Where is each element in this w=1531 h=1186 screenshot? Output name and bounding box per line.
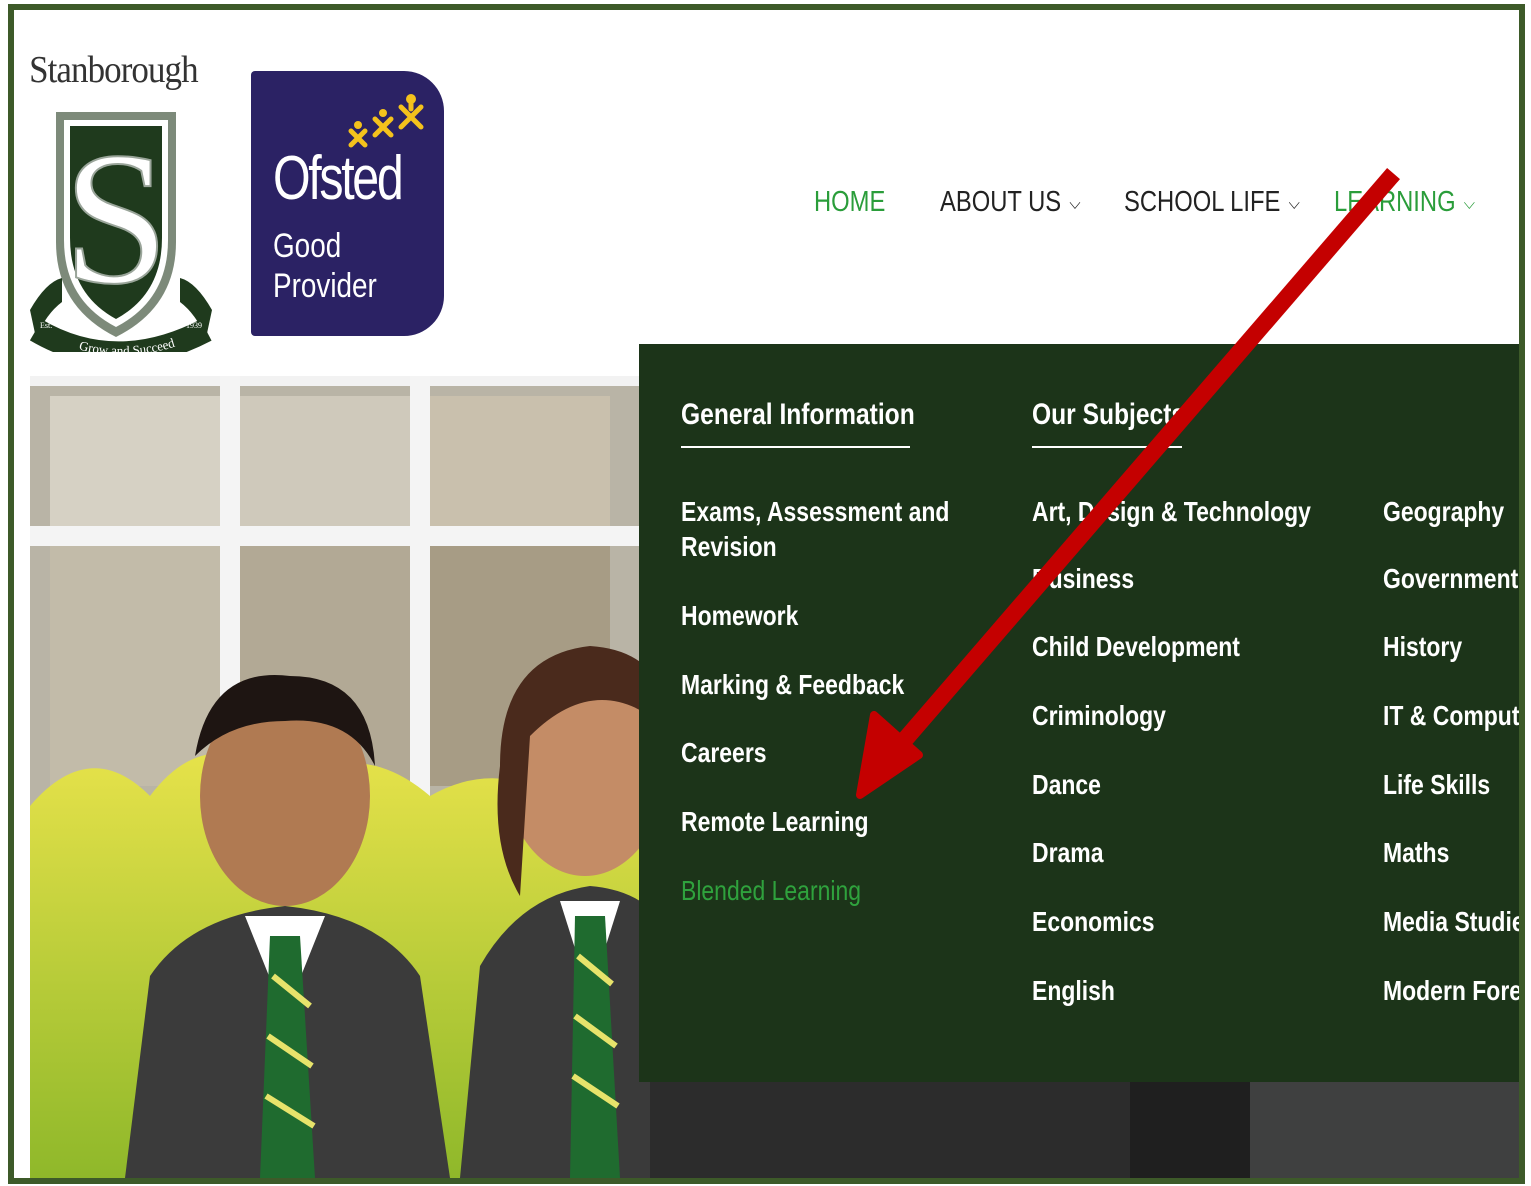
subject-link[interactable]: Dance: [1032, 767, 1101, 802]
crest-est-right: 1939: [186, 321, 202, 330]
nav-about-us-label: ABOUT US: [940, 186, 1062, 218]
menu-link-remote-learning[interactable]: Remote Learning: [681, 804, 869, 839]
screenshot-frame: Stanborough S Grow and Succeed Est. 1939: [8, 4, 1525, 1184]
svg-text:S: S: [63, 114, 169, 324]
subject-link[interactable]: Drama: [1032, 835, 1103, 870]
chevron-down-icon: ⌵: [1288, 192, 1300, 213]
nav-learning[interactable]: LEARNING ⌵: [1334, 186, 1475, 219]
menu-link-careers[interactable]: Careers: [681, 735, 767, 770]
school-crest-icon: S Grow and Succeed Est. 1939: [29, 112, 212, 352]
crest-est-left: Est.: [40, 321, 52, 330]
nav-school-life[interactable]: SCHOOL LIFE ⌵: [1124, 186, 1300, 219]
menu-link-blended-learning[interactable]: Blended Learning: [681, 873, 861, 908]
subject-link[interactable]: Modern Foreign: [1383, 973, 1519, 1008]
nav-home-label: HOME: [814, 186, 886, 218]
subject-link[interactable]: English: [1032, 973, 1115, 1008]
ofsted-rating-line1: Good: [273, 227, 342, 265]
ofsted-rating-line2: Provider: [273, 267, 377, 305]
subjects-heading-underline: [1032, 446, 1182, 448]
subject-link[interactable]: Criminology: [1032, 698, 1166, 733]
chevron-down-icon: ⌵: [1463, 192, 1475, 213]
menu-link-homework[interactable]: Homework: [681, 598, 798, 633]
menu-link-exams[interactable]: Exams, Assessment and Revision: [681, 494, 949, 564]
general-information-heading: General Information: [681, 398, 915, 431]
subject-link[interactable]: Geography: [1383, 494, 1504, 529]
nav-about-us[interactable]: ABOUT US ⌵: [940, 186, 1081, 219]
subject-link[interactable]: History: [1383, 629, 1462, 664]
nav-learning-label: LEARNING: [1334, 186, 1456, 218]
ofsted-name: Ofsted: [273, 144, 404, 213]
subject-link[interactable]: Art, Design & Technology: [1032, 494, 1311, 529]
nav-home[interactable]: HOME: [814, 186, 885, 219]
school-logo[interactable]: Stanborough S Grow and Succeed Est. 1939: [26, 48, 216, 353]
subject-link[interactable]: IT & Computer: [1383, 698, 1519, 733]
subject-link[interactable]: Maths: [1383, 835, 1449, 870]
chevron-down-icon: ⌵: [1069, 192, 1081, 213]
general-heading-underline: [681, 446, 910, 448]
subject-link[interactable]: Business: [1032, 561, 1134, 596]
subject-link[interactable]: Life Skills: [1383, 767, 1490, 802]
school-wordmark: Stanborough: [29, 49, 198, 91]
ofsted-badge: Ofsted Good Provider: [251, 71, 444, 336]
subject-link[interactable]: Economics: [1032, 904, 1155, 939]
our-subjects-heading: Our Subjects: [1032, 398, 1186, 431]
menu-link-exams-line1: Exams, Assessment and: [681, 496, 950, 527]
menu-link-marking-feedback[interactable]: Marking & Feedback: [681, 667, 904, 702]
ofsted-rating: Good Provider: [273, 226, 377, 306]
nav-school-life-label: SCHOOL LIFE: [1124, 186, 1281, 218]
subject-link[interactable]: Media Studies: [1383, 904, 1519, 939]
subject-link[interactable]: Child Development: [1032, 629, 1240, 664]
menu-link-exams-line2: Revision: [681, 531, 777, 562]
subject-link[interactable]: Government: [1383, 561, 1518, 596]
learning-mega-menu: General Information Exams, Assessment an…: [639, 344, 1519, 1082]
